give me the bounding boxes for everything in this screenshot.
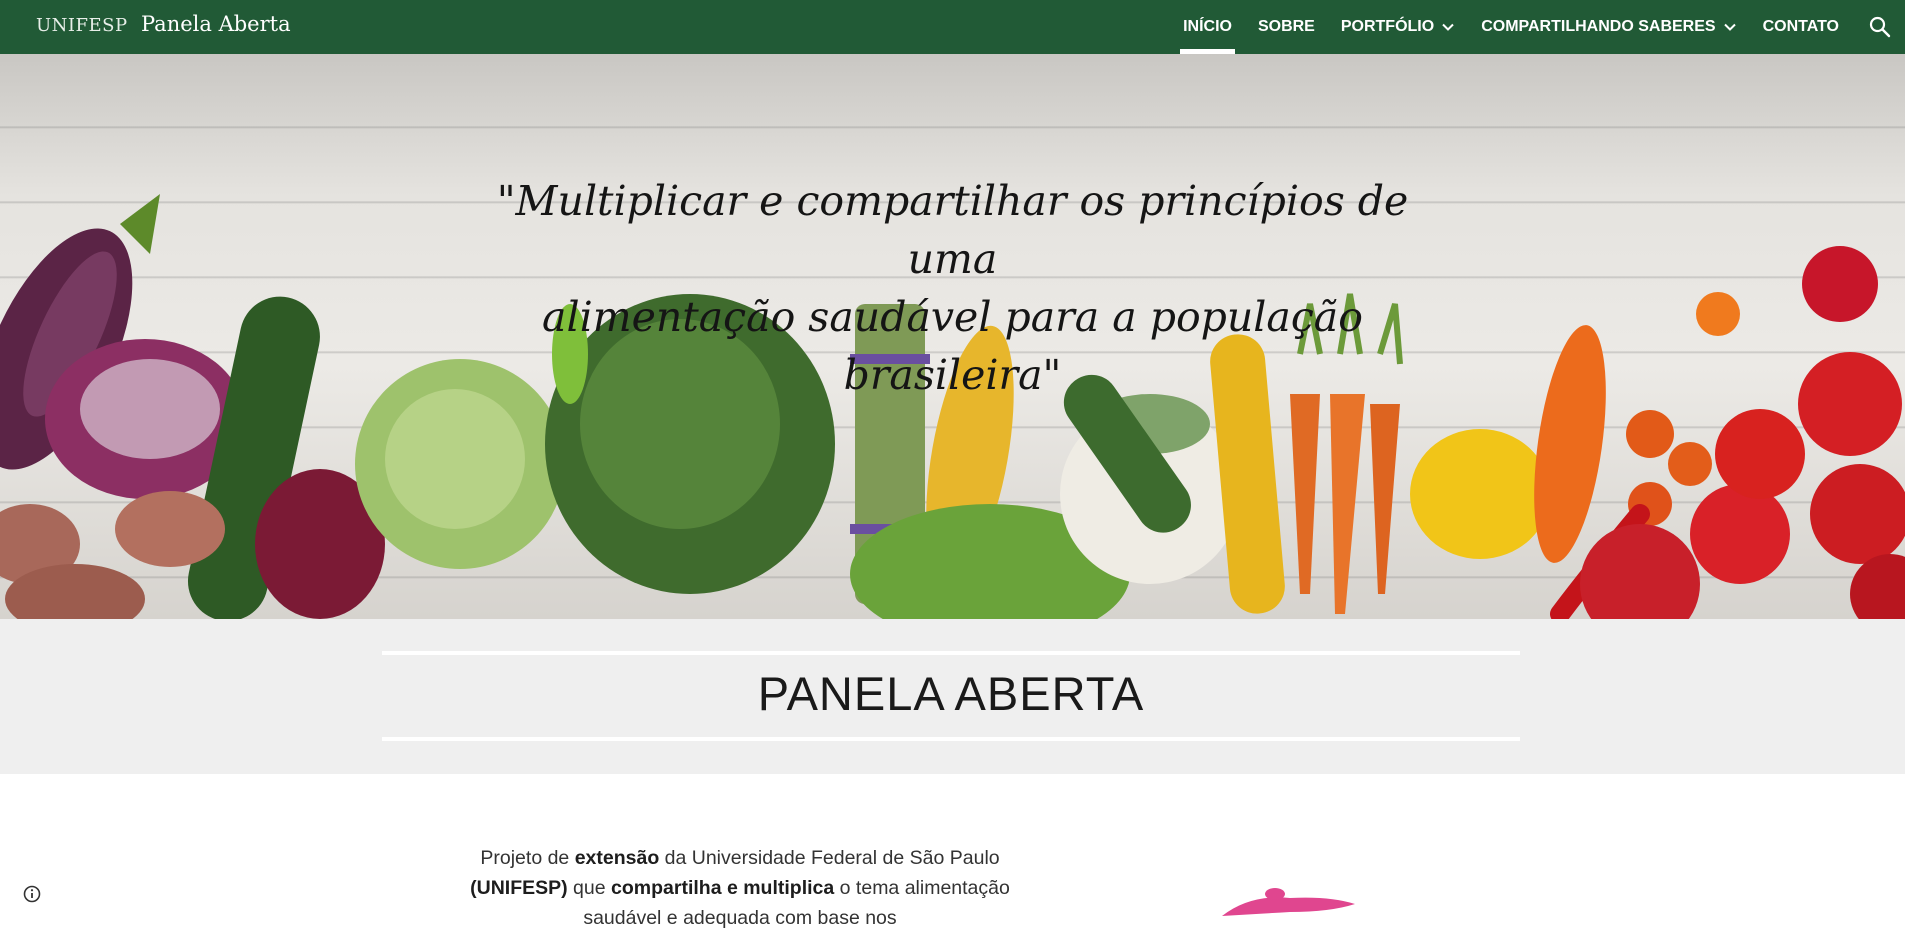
- hero-quote: "Multiplicar e compartilhar os princípio…: [480, 172, 1425, 404]
- intro-text: Projeto de: [480, 847, 575, 869]
- divider: [382, 651, 1520, 655]
- chevron-down-icon[interactable]: [1441, 20, 1455, 34]
- site-title[interactable]: Panela Aberta: [141, 12, 291, 36]
- nav-item-label: SOBRE: [1257, 18, 1315, 35]
- intro-text-bold: (UNIFESP): [470, 877, 568, 899]
- nav-item-contato[interactable]: CONTATO: [1763, 0, 1839, 54]
- intro-paragraph: Projeto de extensão da Universidade Fede…: [470, 843, 1010, 933]
- intro-text: da Universidade Federal de São Paulo: [659, 847, 1000, 869]
- hero-quote-line: "Multiplicar e compartilhar os princípio…: [496, 177, 1409, 283]
- nav-item-label: INÍCIO: [1183, 18, 1232, 35]
- nav-item-label: COMPARTILHANDO SABERES: [1481, 18, 1716, 35]
- nav-item-inicio[interactable]: INÍCIO: [1180, 0, 1235, 54]
- page-title: PANELA ABERTA: [757, 667, 1145, 720]
- hero-banner: "Multiplicar e compartilhar os princípio…: [0, 54, 1905, 619]
- nav-item-label: PORTFÓLIO: [1340, 18, 1435, 35]
- title-band: PANELA ABERTA: [0, 619, 1905, 774]
- info-icon[interactable]: [22, 884, 42, 904]
- divider: [382, 737, 1520, 741]
- search-icon[interactable]: [1867, 14, 1893, 40]
- chevron-down-icon[interactable]: [1723, 20, 1737, 34]
- nav-item-label: CONTATO: [1762, 18, 1839, 35]
- intro-text-bold: extensão: [574, 847, 660, 869]
- intro-text: que: [567, 877, 612, 899]
- nav-item-compartilhando-saberes[interactable]: COMPARTILHANDO SABERES: [1481, 0, 1736, 54]
- hero-quote-line: alimentação saudável para a população br…: [542, 293, 1363, 399]
- top-app-bar: UNIFESP Panela Aberta INÍCIO SOBRE PORTF…: [0, 0, 1905, 54]
- panela-logo-graphic: [1222, 888, 1355, 916]
- org-logo-text[interactable]: UNIFESP: [36, 15, 128, 36]
- nav-item-sobre[interactable]: SOBRE: [1258, 0, 1315, 54]
- nav-item-portfolio[interactable]: PORTFÓLIO: [1341, 0, 1455, 54]
- main-navigation: INÍCIO SOBRE PORTFÓLIO COMPARTILHANDO SA…: [1157, 0, 1839, 54]
- intro-text-bold: compartilha e multiplica: [611, 877, 835, 899]
